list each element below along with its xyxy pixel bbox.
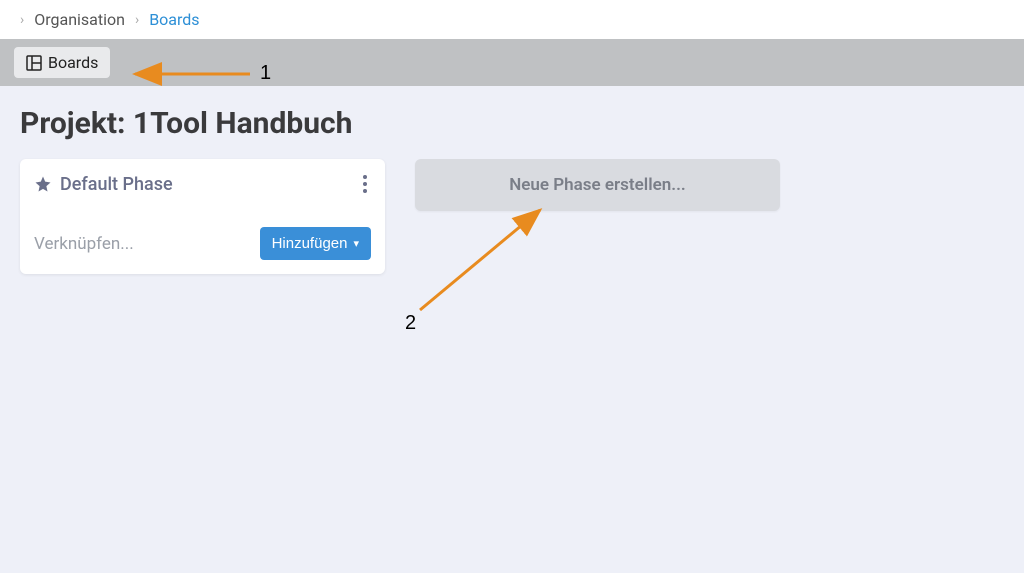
add-button-label: Hinzufügen [272,235,348,252]
tab-boards[interactable]: Boards [14,47,110,78]
add-button[interactable]: Hinzufügen ▾ [260,227,371,260]
phase-card-default: Default Phase Verknüpfen... Hinzufügen ▾ [20,159,385,274]
chevron-right-icon: › [135,12,139,28]
phase-header: Default Phase [34,171,371,197]
page-content: Projekt: 1Tool Handbuch Default Phase Ve… [0,86,1024,294]
chevron-down-icon: ▾ [353,237,359,250]
new-phase-label: Neue Phase erstellen... [509,175,686,195]
tab-boards-label: Boards [48,53,98,72]
link-input-placeholder[interactable]: Verknüpfen... [34,234,134,254]
chevron-right-icon: › [20,12,24,28]
new-phase-button[interactable]: Neue Phase erstellen... [415,159,780,211]
phase-actions: Verknüpfen... Hinzufügen ▾ [34,227,371,260]
annotation-label-2: 2 [405,312,416,335]
phase-menu-button[interactable] [355,171,371,197]
board-row: Default Phase Verknüpfen... Hinzufügen ▾… [20,159,1004,274]
board-icon [26,55,42,71]
breadcrumb-organisation[interactable]: Organisation [34,10,125,29]
page-title: Projekt: 1Tool Handbuch [20,106,1004,141]
tab-bar: Boards [0,39,1024,86]
breadcrumb: › Organisation › Boards [0,0,1024,39]
phase-name: Default Phase [60,174,173,195]
star-icon [34,175,52,193]
breadcrumb-boards[interactable]: Boards [149,10,199,29]
